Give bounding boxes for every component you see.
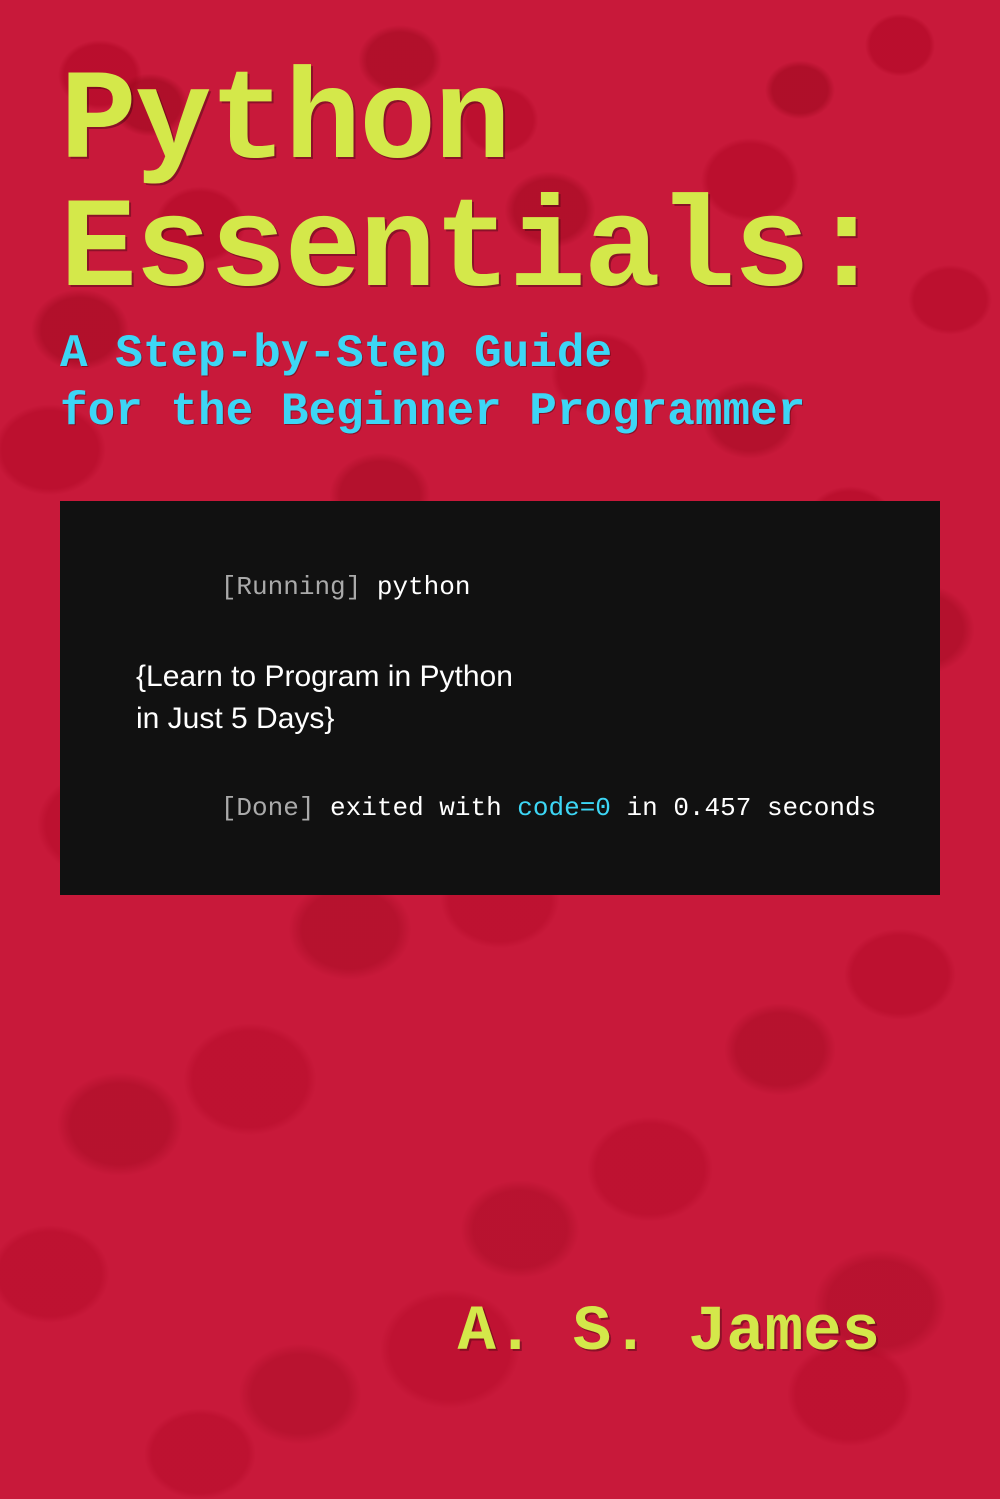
- author-name: A. S. James: [458, 1297, 880, 1369]
- cover-content: Python Essentials: A Step-by-Step Guide …: [60, 60, 940, 1439]
- terminal-running-line: [Running] python: [96, 529, 904, 646]
- done-bracket: [Done]: [221, 793, 315, 823]
- output-line2: in Just 5 Days}: [136, 702, 334, 735]
- terminal-box: [Running] python {Learn to Program in Py…: [60, 501, 940, 895]
- title-line2: Essentials:: [60, 179, 883, 324]
- done-code: code=0: [517, 793, 611, 823]
- main-title: Python Essentials:: [60, 60, 940, 316]
- terminal-done-line: [Done] exited with code=0 in 0.457 secon…: [96, 750, 904, 867]
- output-line1: {Learn to Program in Python: [136, 660, 513, 693]
- done-text: exited with: [314, 793, 517, 823]
- subtitle: A Step-by-Step Guide for the Beginner Pr…: [60, 326, 940, 441]
- book-cover: Python Essentials: A Step-by-Step Guide …: [0, 0, 1000, 1499]
- title-line1: Python: [60, 51, 509, 196]
- subtitle-line1: A Step-by-Step Guide: [60, 328, 612, 380]
- subtitle-line2: for the Beginner Programmer: [60, 386, 805, 438]
- running-bracket: [Running]: [221, 572, 361, 602]
- done-suffix: in 0.457 seconds: [611, 793, 876, 823]
- terminal-output: {Learn to Program in Python in Just 5 Da…: [136, 656, 904, 740]
- running-command: python: [361, 572, 470, 602]
